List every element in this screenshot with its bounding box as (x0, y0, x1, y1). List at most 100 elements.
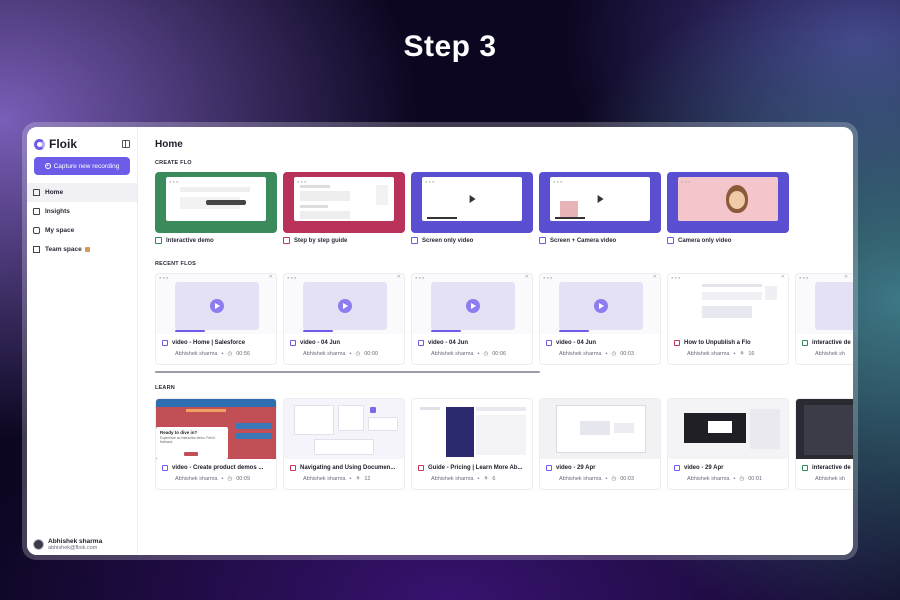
progress-bar (175, 330, 205, 332)
create-flo-heading: CREATE FLO (155, 160, 192, 166)
clock-icon: ◷ (355, 351, 361, 357)
main-content: Home CREATE FLO ● ● ● Interactive demo ●… (138, 127, 853, 555)
flo-author: Abhishek sharma (559, 351, 602, 357)
recent-flo-card[interactable]: ● ● ● ✕ video - 04 Jun Abhishek sharma • ◷ 0… (411, 273, 533, 365)
sidebar-item-home[interactable]: Home (27, 183, 137, 202)
flo-title: video - 04 Jun (556, 340, 597, 346)
close-icon: ✕ (268, 274, 273, 280)
recent-flo-card[interactable]: ● ● ● ✕ interactive de Abhishek sh (795, 273, 853, 365)
clock-icon: ◷ (227, 351, 233, 357)
flo-author: Abhishek sharma (687, 351, 730, 357)
flo-title: interactive de (812, 340, 851, 346)
play-icon[interactable] (466, 299, 480, 313)
flo-title: How to Unpublish a Flo (684, 340, 751, 346)
recent-flos-heading: RECENT FLOS (155, 261, 197, 267)
horizontal-scrollbar[interactable] (155, 371, 540, 373)
progress-bar (303, 330, 333, 332)
flo-stat: 16 (748, 351, 755, 357)
flo-author: Abhishek sharma (175, 351, 218, 357)
clock-icon: ◷ (739, 476, 745, 482)
recent-flo-card[interactable]: ● ● ● ✕ video - Home | Salesforce Abhishe… (155, 273, 277, 365)
app-window: Floik + Capture new recording Home Insig… (27, 127, 853, 555)
flo-author: Abhishek sharma (303, 476, 346, 482)
collapse-sidebar-icon[interactable] (122, 140, 130, 148)
flo-title: video - Create product demos ... (172, 465, 264, 471)
flo-stat: 00:01 (748, 476, 763, 482)
play-icon[interactable] (594, 299, 608, 313)
flo-stat: 00:56 (236, 351, 251, 357)
create-card-label: Camera only video (678, 237, 732, 244)
page-title: Home (155, 139, 183, 150)
sidebar-item-insights[interactable]: Insights (27, 202, 137, 221)
flo-title: Guide - Pricing | Learn More Ab... (428, 465, 523, 471)
create-interactive-demo-card[interactable]: ● ● ● Interactive demo (155, 172, 277, 244)
clock-icon: ◷ (227, 476, 233, 482)
play-icon[interactable] (210, 299, 224, 313)
document-icon (290, 465, 296, 471)
recent-flo-card[interactable]: ● ● ● ✕ How to Unpublish a Flo Abhishek s… (667, 273, 789, 365)
learn-flo-card[interactable]: Guide - Pricing | Learn More Ab... Abhis… (411, 398, 533, 490)
video-icon (539, 237, 546, 244)
create-card-label: Screen only video (422, 237, 474, 244)
sidebar-item-my-space[interactable]: My space (27, 221, 137, 240)
learn-flo-card[interactable]: Navigating and Using Documen... Abhishek… (283, 398, 405, 490)
create-card-label: Interactive demo (166, 237, 214, 244)
capture-button-label: Capture new recording (53, 162, 120, 170)
insights-icon (33, 208, 40, 215)
avatar (33, 539, 44, 550)
flo-author: Abhishek sh (815, 476, 845, 482)
sidebar-item-label: My space (45, 227, 75, 234)
flo-title: Navigating and Using Documen... (300, 465, 396, 471)
sidebar-item-team-space[interactable]: Team space (27, 240, 137, 259)
sidebar-item-label: Insights (45, 208, 70, 215)
close-icon: ✕ (844, 274, 849, 280)
flo-title: interactive de (812, 465, 851, 471)
plus-icon: + (44, 163, 51, 169)
create-thumb: ● ● ● (283, 172, 405, 233)
learn-flo-card[interactable]: video - 29 Apr Abhishek sharma • ◷ 00:03 (539, 398, 661, 490)
video-icon (162, 465, 168, 471)
flo-author: Abhishek sharma (175, 476, 218, 482)
flo-stat: 00:03 (620, 351, 635, 357)
learn-flo-card[interactable]: interactive de Abhishek sh (795, 398, 853, 490)
recent-flo-card[interactable]: ● ● ● ✕ video - 04 Jun Abhishek sharma • ◷ 0… (283, 273, 405, 365)
overlay-button[interactable] (184, 452, 198, 456)
cta-overlay: Ready to dive in? Experience an interact… (156, 427, 228, 459)
steps-icon: ⚘ (483, 476, 489, 482)
capture-new-recording-button[interactable]: + Capture new recording (34, 157, 130, 175)
app-frame: Floik + Capture new recording Home Insig… (22, 122, 858, 560)
create-screen-only-video-card[interactable]: ● ● ● Screen only video (411, 172, 533, 244)
flo-title: video - Home | Salesforce (172, 340, 246, 346)
video-icon (411, 237, 418, 244)
video-icon (162, 340, 168, 346)
flo-title: video - 29 Apr (556, 465, 596, 471)
flo-title: video - 04 Jun (300, 340, 341, 346)
close-icon: ✕ (780, 274, 785, 280)
floik-logo-icon (34, 138, 45, 150)
create-preview: ● ● ● (166, 177, 266, 221)
flo-author: Abhishek sharma (303, 351, 346, 357)
sidebar: Floik + Capture new recording Home Insig… (27, 127, 138, 555)
create-camera-only-video-card[interactable]: ● ● ● Camera only video (667, 172, 789, 244)
interactive-demo-icon (802, 465, 808, 471)
learn-flo-card[interactable]: Ready to dive in? Experience an interact… (155, 398, 277, 490)
interactive-demo-icon (155, 237, 162, 244)
close-icon: ✕ (396, 274, 401, 280)
create-screen-camera-video-card[interactable]: ● ● ● Screen + Camera video (539, 172, 661, 244)
learn-flo-card[interactable]: video - 29 Apr Abhishek sharma • ◷ 00:01 (667, 398, 789, 490)
flo-author: Abhishek sharma (559, 476, 602, 482)
user-profile[interactable]: Abhishek sharma abhishek@floik.com (33, 538, 102, 551)
play-icon (469, 195, 476, 203)
overlay-text: Experience an interactive demo. Feel it … (160, 436, 216, 444)
create-preview: ● ● ● (422, 177, 522, 221)
create-step-by-step-guide-card[interactable]: ● ● ● Step by step guide (283, 172, 405, 244)
team-space-icon (33, 246, 40, 253)
flo-stat: 00:03 (620, 476, 635, 482)
recent-flo-card[interactable]: ● ● ● ✕ video - 04 Jun Abhishek sharma • ◷ 0… (539, 273, 661, 365)
overlay-title: Ready to dive in? (160, 430, 198, 435)
play-icon[interactable] (338, 299, 352, 313)
sidebar-item-label: Team space (45, 246, 82, 253)
flo-stat: 00:00 (364, 351, 379, 357)
create-thumb: ● ● ● (539, 172, 661, 233)
flo-title: video - 04 Jun (428, 340, 469, 346)
